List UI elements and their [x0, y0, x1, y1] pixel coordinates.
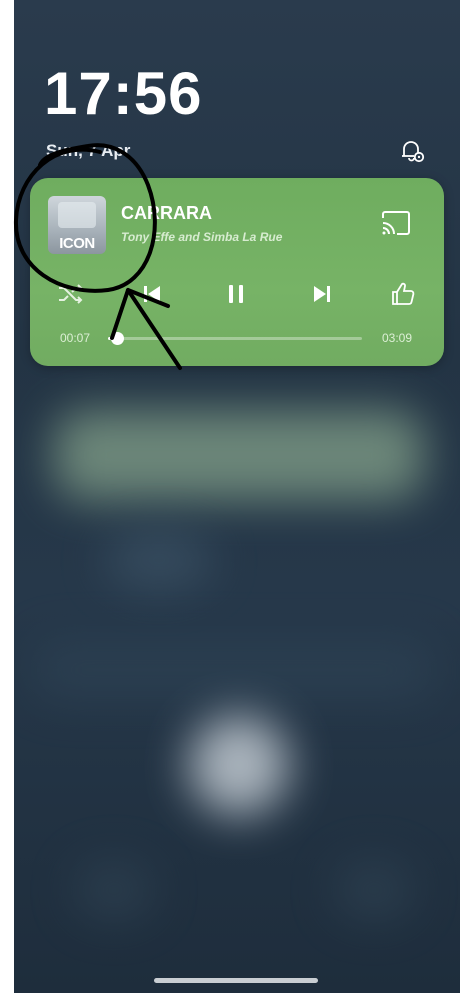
track-title: CARRARA — [121, 203, 212, 223]
lock-date: Sun, 7 Apr — [46, 141, 131, 160]
blurred-background-panel — [54, 410, 424, 500]
progress-scrubber[interactable] — [111, 332, 125, 345]
blurred-background-shape — [34, 640, 434, 700]
blurred-background-shape — [74, 860, 154, 920]
home-indicator[interactable] — [154, 978, 318, 983]
skip-next-icon[interactable] — [308, 280, 336, 308]
track-artist: Tony Effe and Simba La Rue — [121, 230, 283, 244]
cast-icon[interactable] — [380, 210, 412, 236]
bell-gear-icon[interactable] — [398, 136, 426, 164]
blurred-background-glow — [189, 715, 289, 815]
album-art[interactable]: ICON — [48, 196, 106, 254]
elapsed-time: 00:07 — [60, 331, 91, 345]
media-player-card[interactable]: ICON CARRARA Tony Effe and Simba La Rue — [30, 178, 444, 366]
blurred-background-shape — [104, 530, 214, 590]
thumbs-up-icon[interactable] — [389, 280, 417, 308]
skip-previous-icon[interactable] — [138, 280, 166, 308]
blurred-background-shape — [334, 860, 414, 920]
total-duration: 03:09 — [382, 331, 413, 345]
lock-screen: 17:56 Sun, 7 Apr ICON CARRARA Tony Effe … — [14, 0, 460, 993]
album-art-text: ICON — [59, 235, 95, 252]
progress-track[interactable] — [122, 337, 362, 340]
pause-icon[interactable] — [222, 280, 250, 308]
shuffle-icon[interactable] — [56, 280, 84, 308]
lock-time: 17:56 — [44, 60, 203, 127]
